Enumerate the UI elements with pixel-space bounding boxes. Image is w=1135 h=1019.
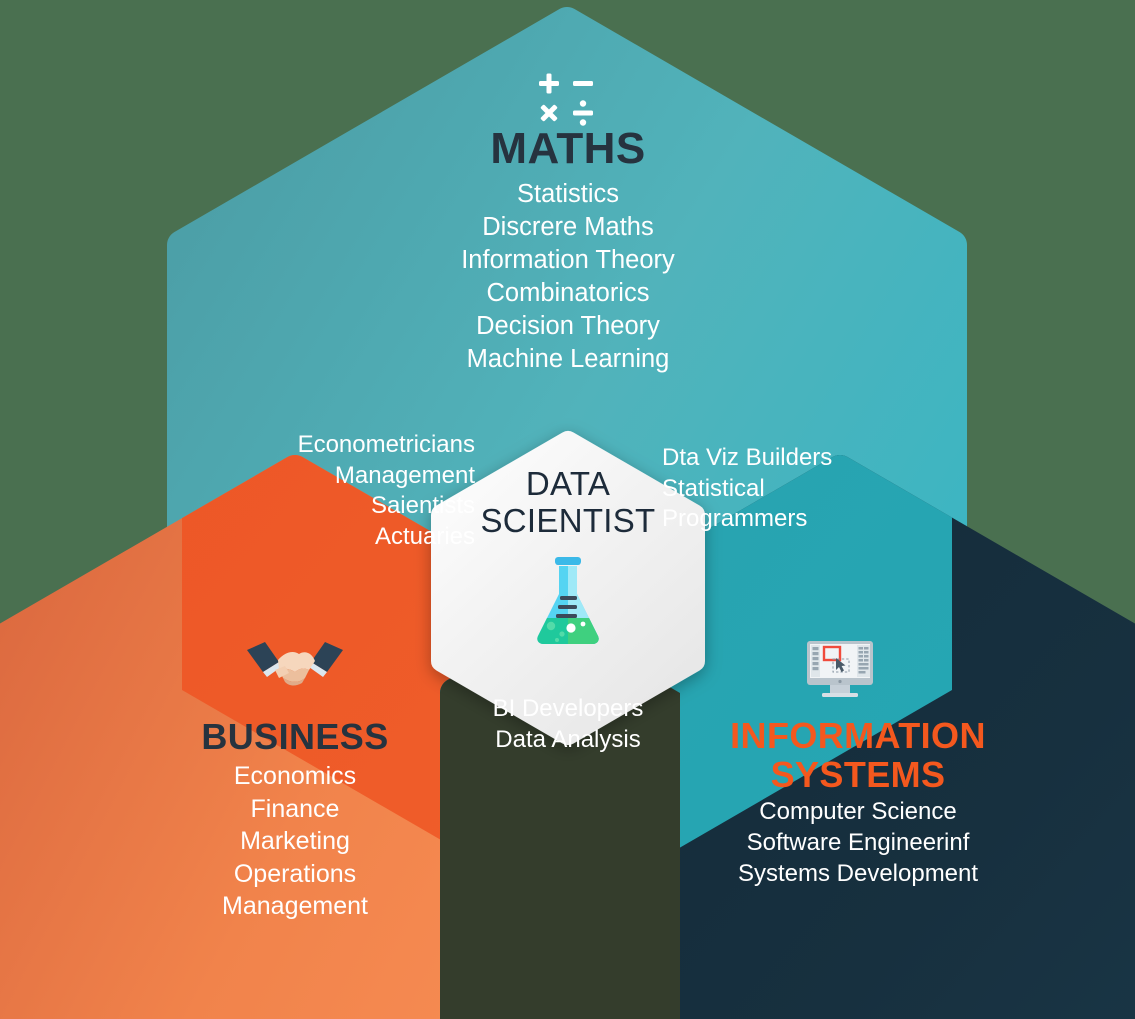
list-item: Saientists bbox=[370, 492, 475, 520]
overlap-label-business-information-systems: BI Developers Data Analysis bbox=[440, 694, 696, 755]
handshake-icon bbox=[245, 636, 345, 692]
list-item: BI Developers bbox=[492, 695, 644, 722]
list-item: Statistical bbox=[662, 474, 765, 502]
list-item: Management bbox=[222, 892, 368, 921]
monitor-design-icon bbox=[805, 639, 875, 701]
section-items-information-systems: Computer Science Software Engineerinf Sy… bbox=[608, 796, 1108, 890]
section-maths: MATHS Statistics Discrere Maths Informat… bbox=[318, 126, 818, 377]
list-item: Economics bbox=[233, 762, 357, 791]
overlap-label-maths-business: Econometricians Management Saientists Ac… bbox=[225, 430, 475, 553]
list-item: Machine Learning bbox=[466, 345, 670, 374]
math-operators-icon bbox=[537, 72, 599, 128]
center-label: DATA SCIENTIST bbox=[452, 465, 684, 540]
center-label-line1: DATA bbox=[525, 465, 611, 502]
list-item: Finance bbox=[250, 794, 340, 823]
section-title-information-systems-line2: SYSTEMS bbox=[770, 754, 946, 796]
list-item: Operations bbox=[233, 859, 357, 888]
flask-icon bbox=[531, 548, 605, 648]
list-item: Information Theory bbox=[461, 246, 675, 275]
list-item: Marketing bbox=[240, 827, 350, 856]
section-title-maths: MATHS bbox=[490, 124, 646, 173]
list-item: Computer Science bbox=[759, 797, 957, 825]
list-item: Combinatorics bbox=[486, 279, 650, 308]
list-item: Programmers bbox=[662, 505, 808, 533]
list-item: Discrere Maths bbox=[482, 212, 654, 241]
section-items-maths: Statistics Discrere Maths Information Th… bbox=[318, 178, 818, 377]
list-item: Decision Theory bbox=[476, 312, 660, 341]
list-item: Econometricians bbox=[297, 431, 475, 458]
overlap-label-maths-information-systems: Dta Viz Builders Statistical Programmers bbox=[662, 443, 912, 535]
center-label-line2: SCIENTIST bbox=[480, 501, 656, 539]
list-item: Dta Viz Builders bbox=[662, 444, 833, 471]
list-item: Management bbox=[334, 461, 475, 489]
list-item: Data Analysis bbox=[495, 725, 641, 753]
list-item: Software Engineerinf bbox=[746, 829, 970, 857]
diagram-canvas: MATHS Statistics Discrere Maths Informat… bbox=[0, 0, 1135, 1019]
list-item: Systems Development bbox=[737, 860, 979, 888]
section-items-business: Economics Finance Marketing Operations M… bbox=[45, 760, 545, 923]
list-item: Actuaries bbox=[374, 523, 475, 551]
list-item: Statistics bbox=[516, 179, 620, 208]
